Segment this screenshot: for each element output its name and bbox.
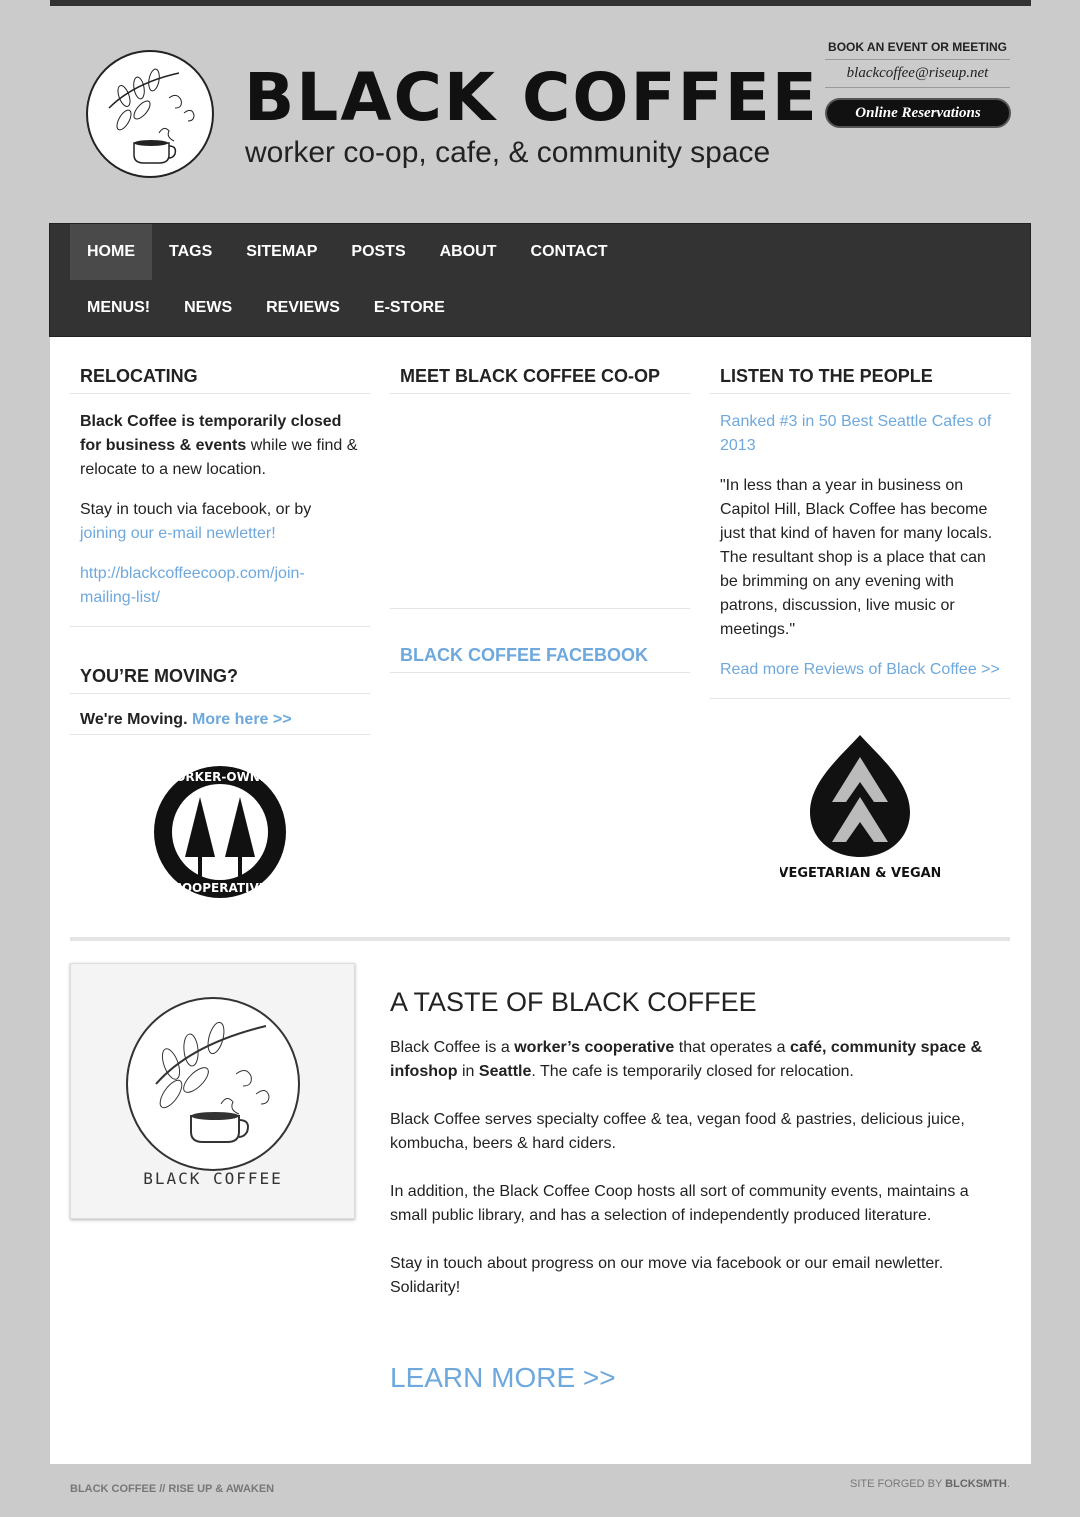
black-coffee-logo-drawing-icon: BLACK COFFEE xyxy=(126,997,300,1188)
coop-bottom-text: COOPERATIVE xyxy=(173,881,267,895)
relocating-title: RELOCATING xyxy=(70,357,370,394)
veg-text: VEGETARIAN & VEGAN xyxy=(780,866,940,881)
ranked-link[interactable]: Ranked #3 in 50 Best Seattle Cafes of 20… xyxy=(710,410,1010,458)
p1-b: worker’s cooperative xyxy=(514,1039,675,1056)
main-nav: HOME TAGS SITEMAP POSTS ABOUT CONTACT ME… xyxy=(49,223,1031,337)
online-reservations-button[interactable]: Online Reservations xyxy=(825,98,1011,128)
moving-text: We're Moving. More here >> xyxy=(70,708,370,735)
taste-paragraph-2: Black Coffee serves specialty coffee & t… xyxy=(390,1111,965,1152)
relocating-stay: Stay in touch via facebook, or by joinin… xyxy=(70,498,370,546)
footer-credit: SITE FORGED BY BLCKSMTH. xyxy=(850,1478,1010,1490)
join-newsletter-link[interactable]: joining our e-mail newletter! xyxy=(80,525,276,542)
nav-row-1: HOME TAGS SITEMAP POSTS ABOUT CONTACT xyxy=(70,224,625,280)
stay-text: Stay in touch via facebook, or by xyxy=(80,501,312,518)
taste-paragraph-3: In addition, the Black Coffee Coop hosts… xyxy=(390,1183,969,1224)
site-tagline: worker co-op, cafe, & community space xyxy=(245,136,771,169)
book-title: BOOK AN EVENT OR MEETING xyxy=(825,40,1010,60)
coop-top-text: WORKER-OWNED xyxy=(162,770,278,784)
relocating-widget: RELOCATING Black Coffee is temporarily c… xyxy=(70,357,370,907)
book-email-link[interactable]: blackcoffee@riseup.net xyxy=(825,60,1010,88)
footer-credit-end: . xyxy=(1006,1478,1010,1490)
book-event-box: BOOK AN EVENT OR MEETING blackcoffee@ris… xyxy=(825,40,1011,128)
nav-item-tags[interactable]: TAGS xyxy=(152,224,229,280)
moving-title: YOU’RE MOVING? xyxy=(70,657,370,694)
section-divider xyxy=(70,937,1010,941)
facebook-link[interactable]: BLACK COFFEE FACEBOOK xyxy=(390,609,690,673)
footer-left-text: BLACK COFFEE // RISE UP & AWAKEN xyxy=(70,1483,275,1495)
nav-item-sitemap[interactable]: SITEMAP xyxy=(229,224,334,280)
nav-item-about[interactable]: ABOUT xyxy=(423,224,514,280)
taste-section: A TASTE OF BLACK COFFEE Black Coffee is … xyxy=(390,987,1000,1394)
taste-paragraph-1: Black Coffee is a worker’s cooperative t… xyxy=(390,1036,1000,1084)
nav-item-reviews[interactable]: REVIEWS xyxy=(249,280,357,336)
footer-credit-label: SITE FORGED BY xyxy=(850,1478,946,1490)
taste-paragraph-4: Stay in touch about progress on our move… xyxy=(390,1255,944,1296)
nav-row-2: MENUS! NEWS REVIEWS E-STORE xyxy=(70,280,462,336)
nav-item-menus[interactable]: MENUS! xyxy=(70,280,167,336)
nav-item-contact[interactable]: CONTACT xyxy=(514,224,625,280)
meet-widget: MEET BLACK COFFEE CO-OP BLACK COFFEE FAC… xyxy=(390,357,690,673)
taste-title: A TASTE OF BLACK COFFEE xyxy=(390,987,757,1017)
p1-f: Seattle xyxy=(478,1063,532,1080)
relocating-text: Black Coffee is temporarily closed for b… xyxy=(70,410,370,482)
photo-caption: BLACK COFFEE xyxy=(143,1169,283,1188)
read-more-reviews-link[interactable]: Read more Reviews of Black Coffee >> xyxy=(710,658,1010,699)
p1-c: that operates a xyxy=(674,1039,790,1056)
nav-item-estore[interactable]: E-STORE xyxy=(357,280,462,336)
nav-item-news[interactable]: NEWS xyxy=(167,280,249,336)
mailing-list-url-link[interactable]: http://blackcoffeecoop.com/join-mailing-… xyxy=(70,562,370,627)
site-brand[interactable]: BLACK COFFEE xyxy=(244,58,819,138)
site-header: BLACK COFFEE worker co-op, cafe, & commu… xyxy=(50,6,1031,224)
moving-label: We're Moving. xyxy=(80,711,192,728)
meet-title: MEET BLACK COFFEE CO-OP xyxy=(390,357,690,394)
listen-widget: LISTEN TO THE PEOPLE Ranked #3 in 50 Bes… xyxy=(710,357,1010,882)
p1-a: Black Coffee is a xyxy=(390,1039,515,1056)
logo-icon[interactable] xyxy=(84,48,217,181)
meet-video-placeholder xyxy=(390,394,690,609)
nav-item-posts[interactable]: POSTS xyxy=(334,224,422,280)
vegetarian-vegan-icon: VEGETARIAN & VEGAN xyxy=(780,735,940,881)
more-here-link[interactable]: More here >> xyxy=(192,711,292,728)
listen-title: LISTEN TO THE PEOPLE xyxy=(710,357,1010,394)
p1-g: . The cafe is temporarily closed for rel… xyxy=(531,1063,854,1080)
main-content: RELOCATING Black Coffee is temporarily c… xyxy=(50,337,1031,1464)
p1-e: in xyxy=(457,1063,479,1080)
learn-more-link[interactable]: LEARN MORE >> xyxy=(390,1362,1000,1394)
review-quote: "In less than a year in business on Capi… xyxy=(720,477,993,638)
blcksmth-link[interactable]: BLCKSMTH xyxy=(945,1478,1007,1490)
black-coffee-photo: BLACK COFFEE xyxy=(70,963,355,1219)
worker-owned-cooperative-icon: WORKER-OWNED COOPERATIVE xyxy=(154,766,286,898)
nav-item-home[interactable]: HOME xyxy=(70,224,152,280)
